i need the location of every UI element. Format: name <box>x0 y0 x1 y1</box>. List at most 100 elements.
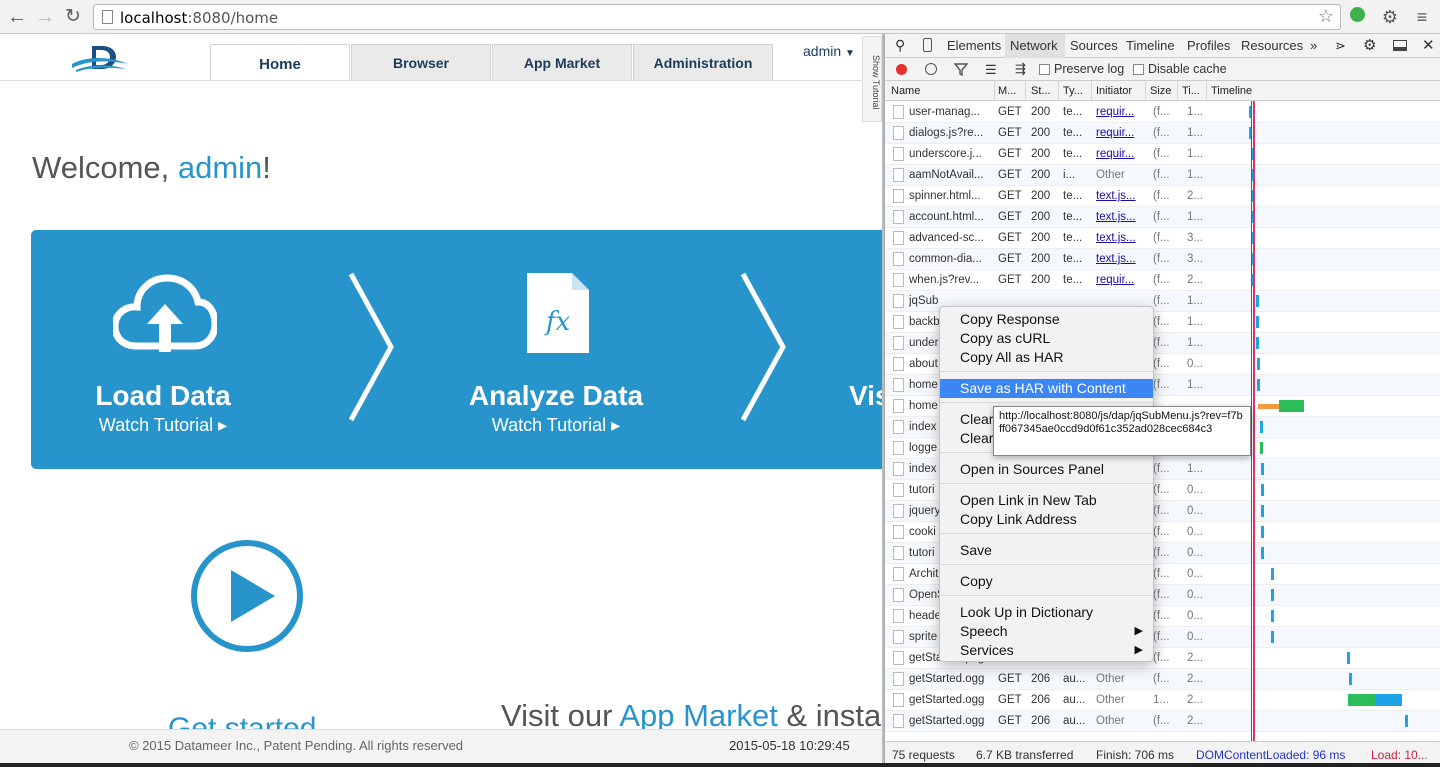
tab-administration[interactable]: Administration <box>633 44 773 80</box>
row-size: (f... <box>1153 148 1170 160</box>
play-video-button[interactable] <box>191 540 303 652</box>
row-initiator[interactable]: requir... <box>1096 274 1142 286</box>
console-drawer-icon[interactable]: ⋗ <box>1335 38 1346 54</box>
table-row[interactable]: account.html... GET 200 te... text.js... (f..… <box>885 207 1440 228</box>
dock-side-icon[interactable] <box>1393 40 1407 51</box>
show-tutorial-button[interactable]: Show Tutorial <box>862 36 882 122</box>
table-row[interactable]: when.js?rev... GET 200 te... requir... (f... 2… <box>885 270 1440 291</box>
gear-icon[interactable]: ⚙ <box>1377 4 1403 30</box>
row-size: (f... <box>1153 463 1170 475</box>
col-status[interactable]: St... <box>1031 85 1051 97</box>
list-view-icon[interactable]: ☰ <box>985 62 997 78</box>
table-row[interactable]: aamNotAvail... GET 200 i... Other (f... 1... <box>885 165 1440 186</box>
tab-elements[interactable]: Elements <box>947 38 1001 53</box>
copy-as-curl-item[interactable]: Copy as cURL <box>940 329 1153 348</box>
close-icon[interactable]: ✕ <box>1422 36 1435 54</box>
row-initiator[interactable]: text.js... <box>1096 232 1142 244</box>
save-item[interactable]: Save <box>940 541 1153 560</box>
settings-gear-icon[interactable]: ⚙ <box>1363 36 1376 54</box>
overview-icon[interactable]: ⇶ <box>1015 61 1026 77</box>
tab-sources[interactable]: Sources <box>1070 38 1118 53</box>
tab-app-market[interactable]: App Market <box>492 44 632 80</box>
user-menu[interactable]: admin ▼ <box>803 43 855 59</box>
row-initiator[interactable]: requir... <box>1096 106 1142 118</box>
col-size[interactable]: Size <box>1150 85 1171 97</box>
menu-item-label: Save <box>960 542 992 558</box>
preserve-log-checkbox[interactable] <box>1039 64 1050 75</box>
row-status: 200 <box>1031 253 1051 265</box>
bookmark-star-icon[interactable]: ☆ <box>1318 6 1334 27</box>
copy-response-item[interactable]: Copy Response <box>940 310 1153 329</box>
tab-resources[interactable]: Resources <box>1241 38 1303 53</box>
tab-browser[interactable]: Browser <box>351 44 491 80</box>
row-method: GET <box>998 715 1022 727</box>
row-name: underscore.j... <box>909 148 982 160</box>
tab-profiles[interactable]: Profiles <box>1187 38 1230 53</box>
more-tabs-button[interactable]: » <box>1310 38 1317 53</box>
extension-icon[interactable] <box>1350 7 1365 22</box>
tab-timeline[interactable]: Timeline <box>1126 38 1175 53</box>
col-time[interactable]: Ti... <box>1182 85 1200 97</box>
save-as-har-item[interactable]: Save as HAR with Content <box>940 379 1153 398</box>
row-initiator[interactable]: text.js... <box>1096 190 1142 202</box>
watch-tutorial-link[interactable]: Watch Tutorial ▸ <box>73 415 253 436</box>
copy-link-address-item[interactable]: Copy Link Address <box>940 510 1153 529</box>
table-row[interactable]: user-manag... GET 200 te... requir... (f... 1.… <box>885 102 1440 123</box>
tab-home[interactable]: Home <box>210 44 350 81</box>
address-bar[interactable]: localhost:8080/home ☆ <box>93 4 1341 30</box>
forward-arrow-icon[interactable]: → <box>32 4 58 30</box>
col-name[interactable]: Name <box>891 85 920 97</box>
row-initiator[interactable]: requir... <box>1096 148 1142 160</box>
network-toolbar: ☰ ⇶ Preserve log Disable cache <box>885 58 1440 81</box>
row-status: 200 <box>1031 106 1051 118</box>
table-row[interactable]: getStarted.ogg GET 206 au... Other (f... 2... <box>885 669 1440 690</box>
copyright-text: © 2015 Datameer Inc., Patent Pending. Al… <box>129 738 464 753</box>
tab-network[interactable]: Network <box>1010 38 1058 53</box>
row-initiator[interactable]: text.js... <box>1096 253 1142 265</box>
datameer-logo[interactable] <box>70 42 130 74</box>
row-initiator[interactable]: text.js... <box>1096 211 1142 223</box>
table-row[interactable]: getStarted.ogg GET 206 au... Other (f... 2... <box>885 711 1440 732</box>
row-size: (f... <box>1153 589 1170 601</box>
speech-item[interactable]: Speech ▶ <box>940 622 1153 641</box>
row-method: GET <box>998 274 1022 286</box>
menu-icon[interactable]: ≡ <box>1409 4 1435 30</box>
back-arrow-icon[interactable]: ← <box>4 4 30 30</box>
app-market-link[interactable]: App Market <box>619 698 778 733</box>
open-link-new-tab-item[interactable]: Open Link in New Tab <box>940 491 1153 510</box>
open-in-sources-item[interactable]: Open in Sources Panel <box>940 460 1153 479</box>
look-up-dictionary-item[interactable]: Look Up in Dictionary <box>940 603 1153 622</box>
window-bottom-edge <box>0 763 1440 767</box>
table-row[interactable]: dialogs.js?re... GET 200 te... requir... (f..… <box>885 123 1440 144</box>
record-icon[interactable] <box>896 64 907 75</box>
col-type[interactable]: Ty... <box>1063 85 1083 97</box>
row-size: (f... <box>1153 568 1170 580</box>
reload-icon[interactable]: ↻ <box>60 4 86 30</box>
table-row[interactable]: getStarted.ogg GET 206 au... Other 1... 2... <box>885 690 1440 711</box>
row-method: GET <box>998 190 1022 202</box>
col-method[interactable]: M... <box>998 85 1016 97</box>
table-row[interactable]: spinner.html... GET 200 te... text.js... (f..… <box>885 186 1440 207</box>
row-size: (f... <box>1153 379 1170 391</box>
table-row[interactable]: underscore.j... GET 200 te... requir... (f...… <box>885 144 1440 165</box>
search-icon[interactable]: ⚲ <box>895 37 905 54</box>
timeline-bar <box>1270 589 1274 601</box>
services-item[interactable]: Services ▶ <box>940 641 1153 660</box>
finish-time: Finish: 706 ms <box>1096 748 1175 762</box>
device-mode-icon[interactable] <box>923 38 932 52</box>
copy-item[interactable]: Copy <box>940 572 1153 591</box>
row-type: te... <box>1063 253 1083 265</box>
file-icon <box>893 378 904 392</box>
watch-tutorial-link[interactable]: Watch Tutorial ▸ <box>456 415 656 436</box>
menu-item-label: Speech <box>960 623 1008 639</box>
copy-all-as-har-item[interactable]: Copy All as HAR <box>940 348 1153 367</box>
table-row[interactable]: advanced-sc... GET 200 te... text.js... (f...… <box>885 228 1440 249</box>
row-initiator[interactable]: requir... <box>1096 127 1142 139</box>
clear-icon[interactable] <box>925 63 937 75</box>
disable-cache-checkbox[interactable] <box>1133 64 1144 75</box>
col-timeline[interactable]: Timeline <box>1211 85 1252 97</box>
table-row[interactable]: common-dia... GET 200 te... text.js... (f... 3… <box>885 249 1440 270</box>
row-size: (f... <box>1153 526 1170 538</box>
col-initiator[interactable]: Initiator <box>1096 85 1132 97</box>
filter-icon[interactable] <box>954 63 968 76</box>
